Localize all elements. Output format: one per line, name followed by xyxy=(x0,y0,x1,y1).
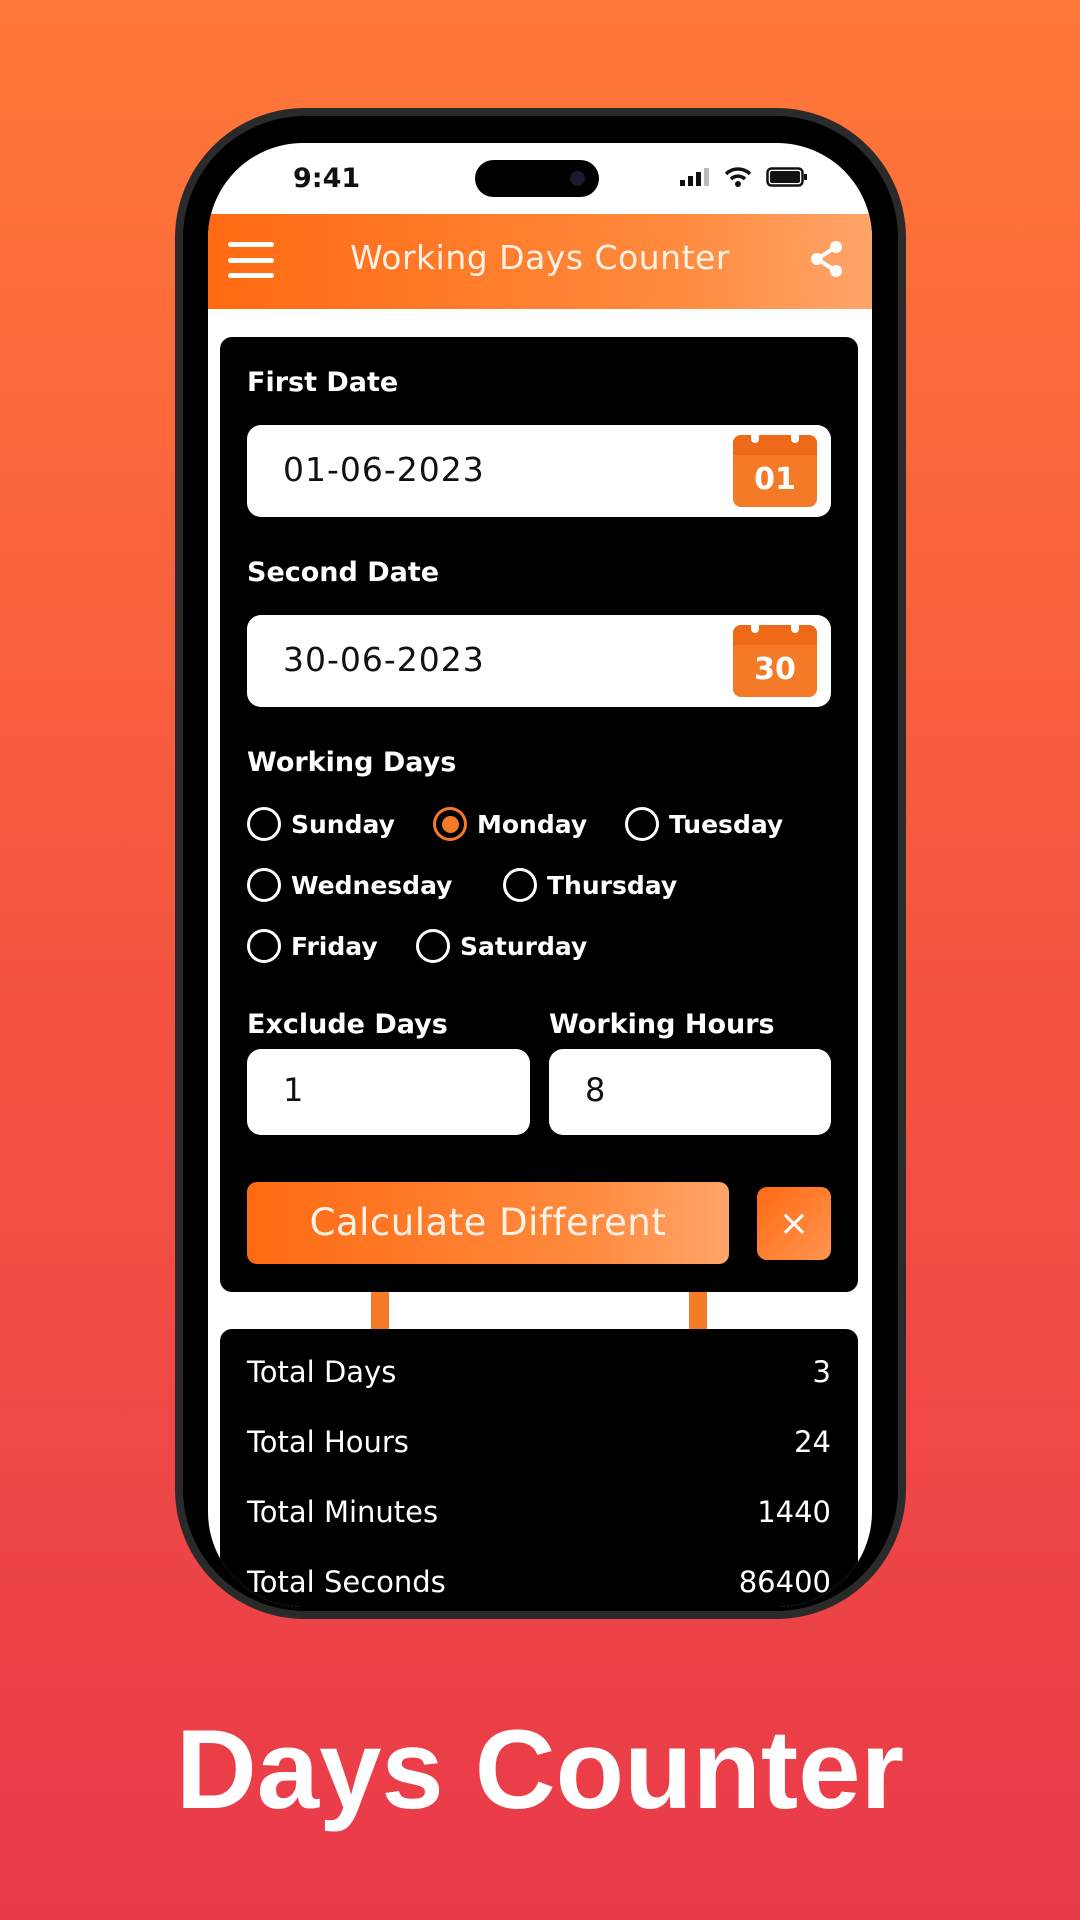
radio-label: Friday xyxy=(291,931,378,961)
exclude-days-input[interactable]: 1 xyxy=(247,1049,530,1135)
result-value: 1440 xyxy=(757,1495,831,1529)
result-value: 24 xyxy=(794,1425,831,1459)
clear-button[interactable]: × xyxy=(757,1187,831,1260)
second-date-label: Second Date xyxy=(247,557,440,588)
radio-label: Thursday xyxy=(547,870,678,900)
working-hours-input[interactable]: 8 xyxy=(549,1049,831,1135)
results-card: Total Days 3 Total Hours 24 Total Minutes 144… xyxy=(220,1329,858,1607)
result-label: Total Minutes xyxy=(247,1495,439,1529)
input-card: First Date 01-06-2023 01 Second Date 30-… xyxy=(220,337,858,1292)
radio-circle-icon[interactable] xyxy=(416,929,450,963)
status-time: 9:41 xyxy=(293,163,361,194)
phone-screen: 9:41 Working Days Counter First Date 01-… xyxy=(208,143,872,1607)
result-value: 3 xyxy=(812,1355,831,1389)
radio-tuesday[interactable]: Tuesday xyxy=(625,807,783,841)
result-label: Total Hours xyxy=(247,1425,409,1459)
result-row: Total Days 3 xyxy=(247,1355,831,1389)
first-date-label: First Date xyxy=(247,367,399,398)
radio-circle-icon[interactable] xyxy=(247,868,281,902)
wifi-icon xyxy=(724,167,752,187)
radio-friday[interactable]: Friday xyxy=(247,929,378,963)
result-row: Total Seconds 86400 xyxy=(247,1565,831,1599)
result-label: Total Days xyxy=(247,1355,397,1389)
working-days-label: Working Days xyxy=(247,747,457,778)
radio-circle-icon[interactable] xyxy=(433,807,467,841)
dynamic-island xyxy=(475,160,599,197)
radio-label: Saturday xyxy=(460,931,588,961)
second-date-value: 30-06-2023 xyxy=(283,640,485,679)
calendar-icon[interactable]: 30 xyxy=(733,621,817,697)
first-date-value: 01-06-2023 xyxy=(283,450,485,489)
radio-circle-icon[interactable] xyxy=(247,807,281,841)
connector xyxy=(689,1292,707,1332)
working-hours-label: Working Hours xyxy=(549,1009,775,1040)
result-value: 86400 xyxy=(738,1565,831,1599)
radio-label: Monday xyxy=(477,809,588,839)
radio-circle-icon[interactable] xyxy=(503,868,537,902)
radio-sunday[interactable]: Sunday xyxy=(247,807,395,841)
share-icon[interactable] xyxy=(810,240,844,278)
radio-monday[interactable]: Monday xyxy=(433,807,587,841)
radio-thursday[interactable]: Thursday xyxy=(503,868,677,902)
calculate-button[interactable]: Calculate Different xyxy=(247,1182,729,1264)
radio-label: Wednesday xyxy=(291,870,453,900)
radio-wednesday[interactable]: Wednesday xyxy=(247,868,452,902)
app-title: Working Days Counter xyxy=(350,238,730,277)
app-bar: Working Days Counter xyxy=(208,214,872,309)
radio-circle-icon[interactable] xyxy=(247,929,281,963)
first-date-field[interactable]: 01-06-2023 01 xyxy=(247,425,831,517)
signal-icon xyxy=(680,168,709,186)
result-row: Total Hours 24 xyxy=(247,1425,831,1459)
radio-label: Sunday xyxy=(291,809,395,839)
calendar-icon[interactable]: 01 xyxy=(733,431,817,507)
battery-icon xyxy=(766,167,807,187)
result-label: Total Seconds xyxy=(247,1565,446,1599)
connector xyxy=(371,1292,389,1332)
result-row: Total Minutes 1440 xyxy=(247,1495,831,1529)
promo-caption: Days Counter xyxy=(175,1707,905,1832)
exclude-days-label: Exclude Days xyxy=(247,1009,448,1040)
second-date-field[interactable]: 30-06-2023 30 xyxy=(247,615,831,707)
radio-circle-icon[interactable] xyxy=(625,807,659,841)
radio-saturday[interactable]: Saturday xyxy=(416,929,587,963)
radio-label: Tuesday xyxy=(669,809,784,839)
